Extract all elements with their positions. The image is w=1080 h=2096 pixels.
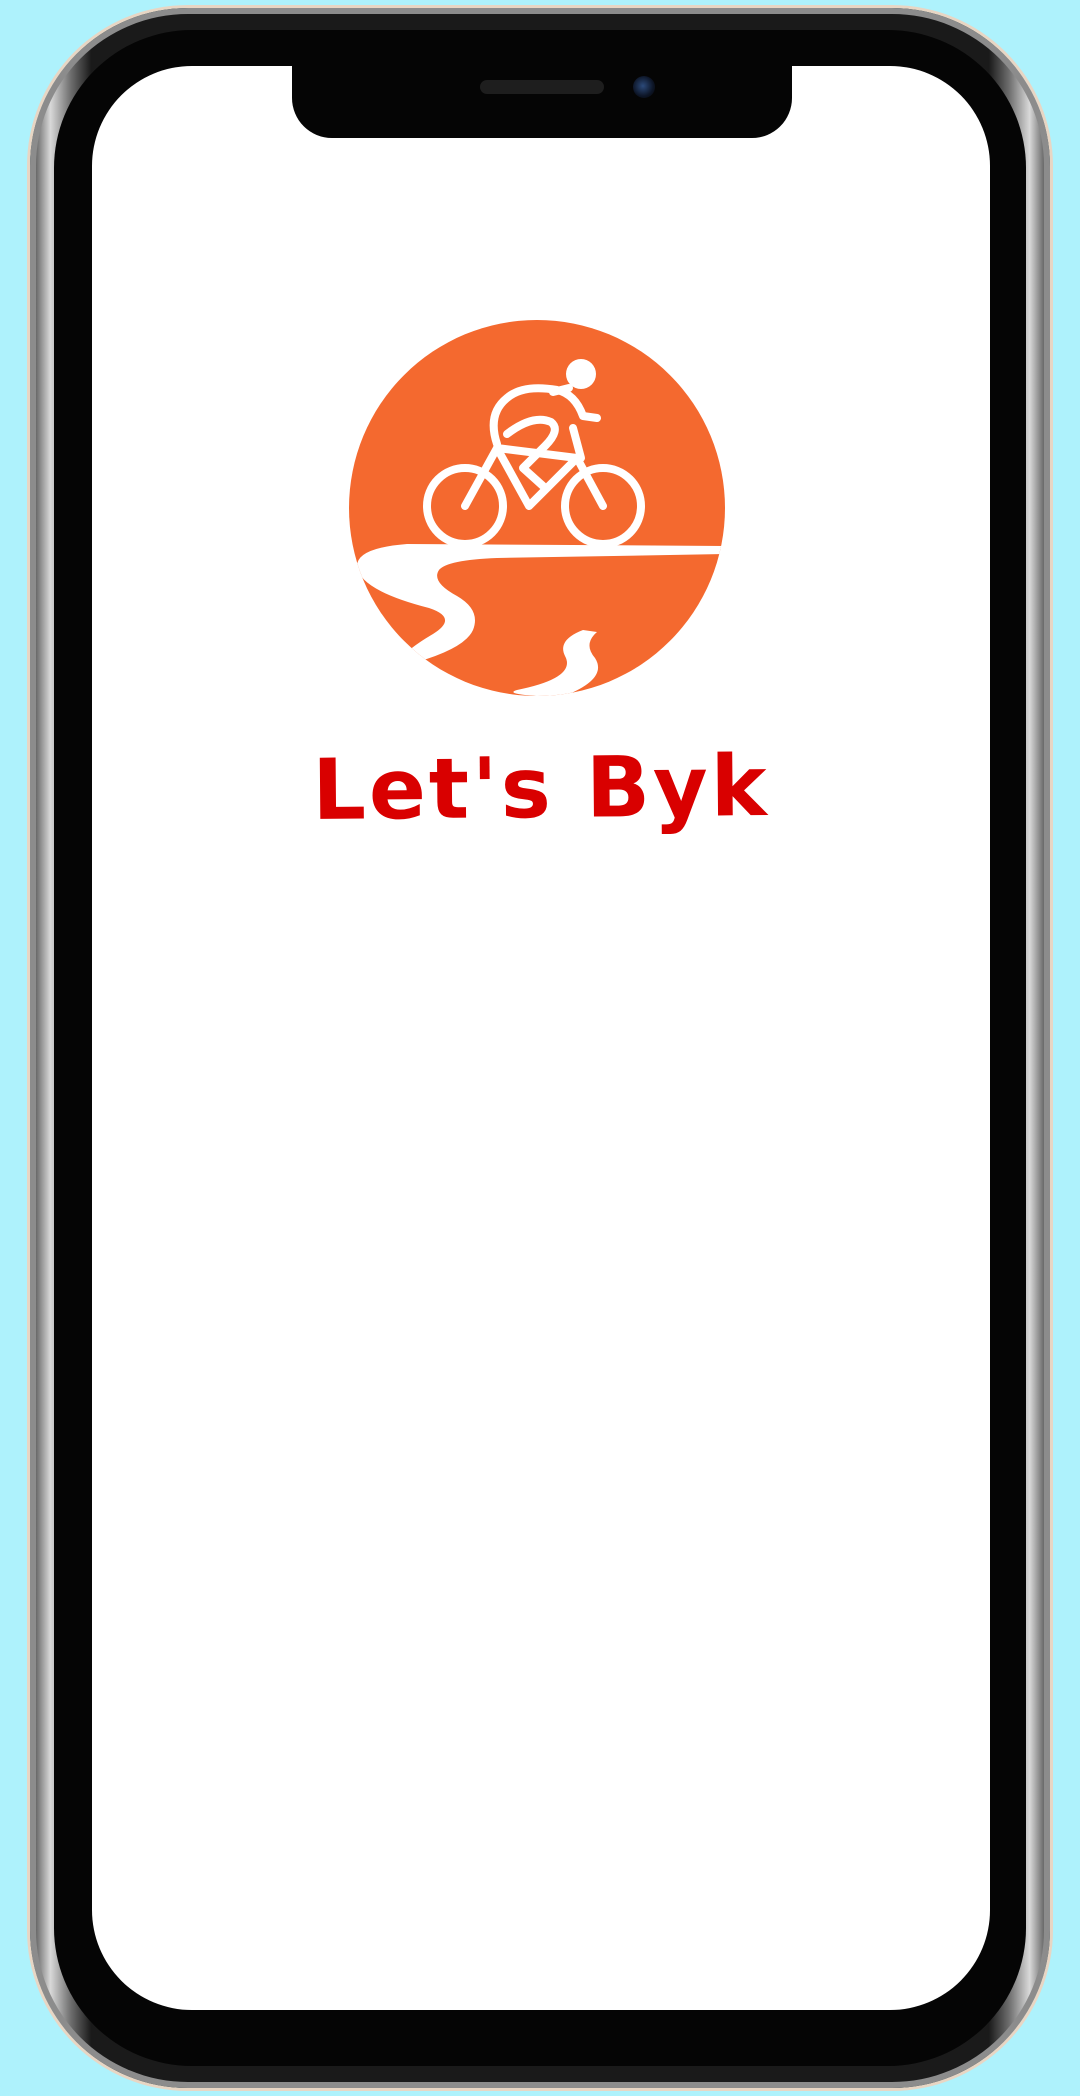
speaker-grille xyxy=(480,80,604,94)
app-title: Let's Byk xyxy=(311,737,771,839)
cyclist-on-road-icon xyxy=(349,320,725,696)
logo-circle xyxy=(349,320,725,696)
splash-screen: Let's Byk xyxy=(92,66,990,2010)
rider-neck xyxy=(549,384,573,396)
front-camera xyxy=(633,76,655,98)
rider-head xyxy=(566,359,596,389)
notch xyxy=(292,66,792,138)
